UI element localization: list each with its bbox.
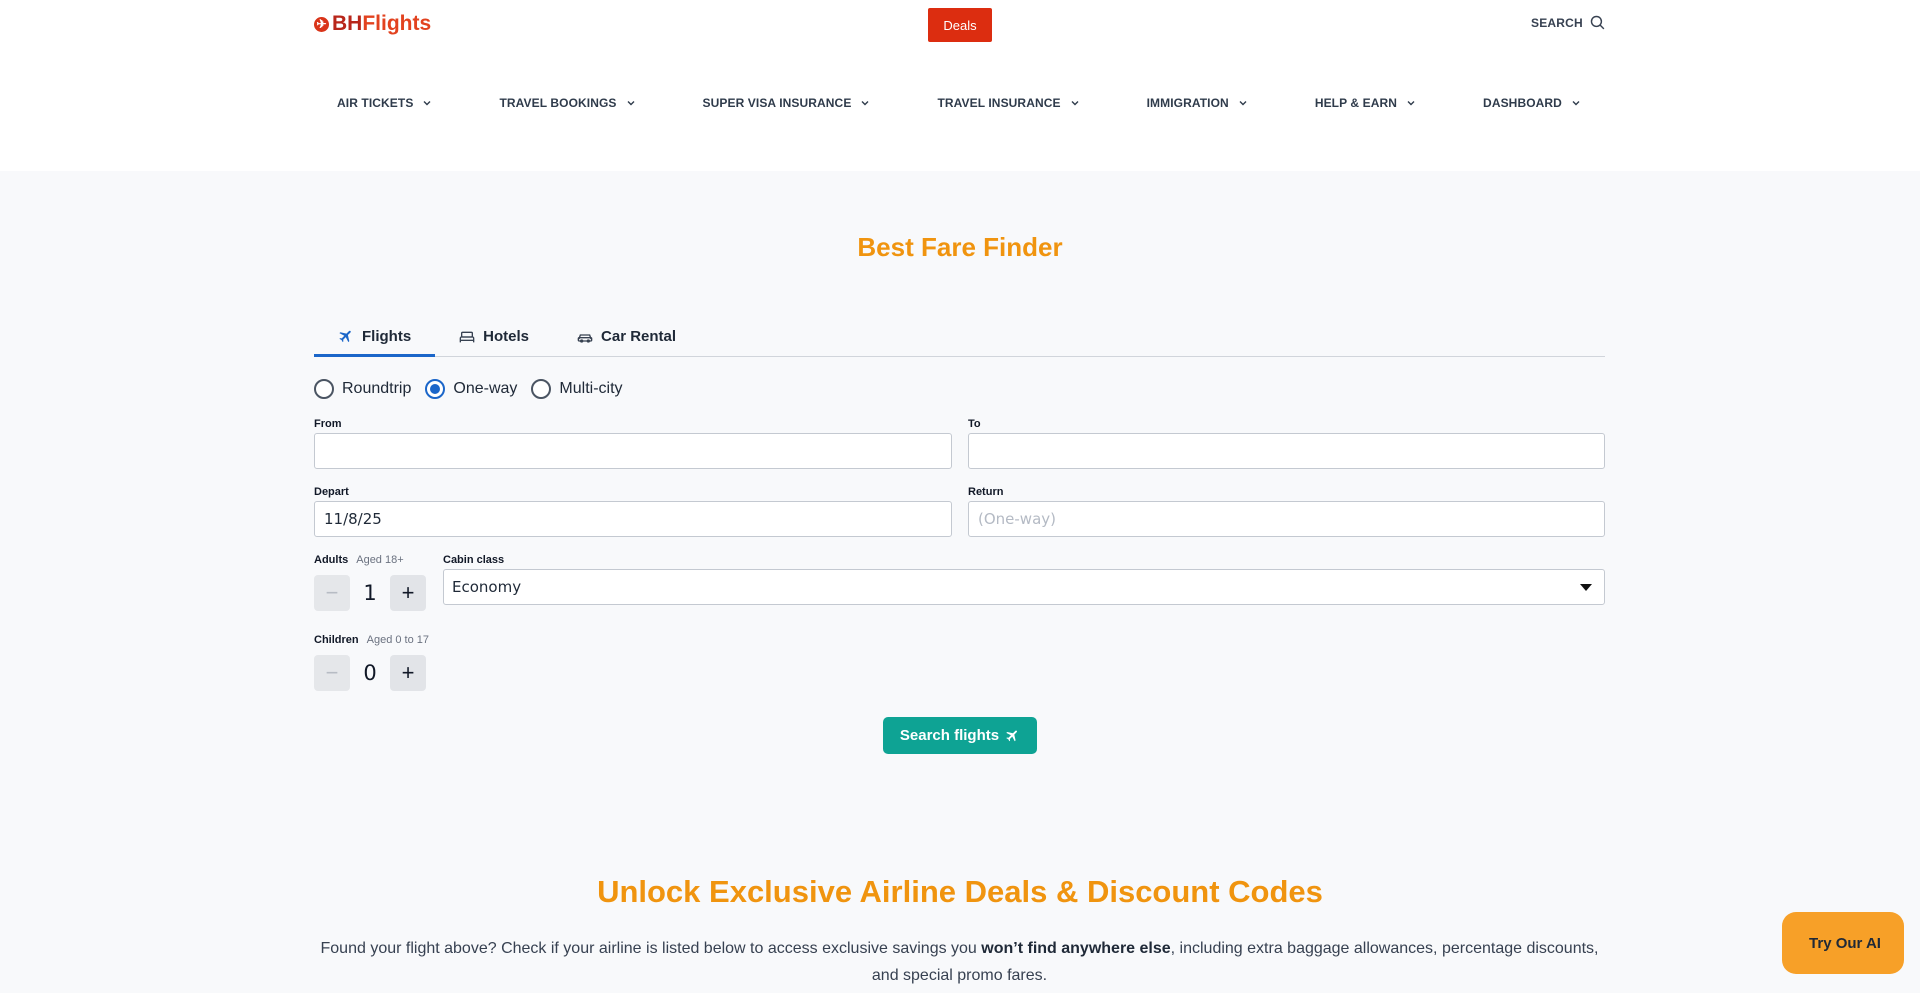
tab-hotels[interactable]: Hotels [435, 316, 553, 357]
fare-finder-title: Best Fare Finder [857, 232, 1063, 262]
bed-icon [459, 331, 475, 342]
chevron-down-icon [627, 101, 635, 106]
return-label: Return [968, 486, 1004, 498]
site-logo[interactable]: ✈ BH Flights [314, 12, 431, 36]
header-search-link[interactable]: SEARCH [1531, 14, 1606, 31]
radio-label: One-way [453, 380, 518, 397]
depart-date-input[interactable]: 11/8/25 [314, 501, 952, 537]
children-increment-button[interactable]: + [390, 655, 426, 691]
airline-deals-description: Found your flight above? Check if your a… [314, 935, 1605, 989]
nav-item-label: AIR TICKETS [337, 96, 414, 110]
children-label: Children Aged 0 to 17 [314, 634, 429, 646]
chevron-down-icon [423, 101, 431, 106]
minus-icon: − [325, 580, 339, 605]
nav-item-super-visa-insurance[interactable]: SUPER VISA INSURANCE [703, 96, 871, 110]
search-type-tabs: Flights Hotels Car Rental [314, 316, 1605, 357]
adults-hint: Aged 18+ [356, 554, 404, 566]
radio-multi-city[interactable]: Multi-city [531, 379, 623, 399]
nav-item-dashboard[interactable]: DASHBOARD [1483, 96, 1581, 110]
nav-item-help-earn[interactable]: HELP & EARN [1315, 96, 1416, 110]
chevron-down-icon [1572, 101, 1580, 106]
nav-item-label: SUPER VISA INSURANCE [702, 96, 852, 110]
caret-down-icon [1580, 583, 1592, 591]
tab-flights[interactable]: Flights [314, 316, 436, 357]
minus-icon: − [325, 660, 339, 685]
logo-text-suffix: Flights [362, 12, 432, 35]
search-flights-button[interactable]: Search flights [883, 717, 1037, 754]
airline-deals-title: Unlock Exclusive Airline Deals & Discoun… [597, 874, 1323, 909]
tab-label: Flights [362, 327, 412, 345]
search-icon [1590, 15, 1605, 30]
deals-text-part: Found your flight above? Check if your a… [320, 940, 982, 957]
radio-roundtrip[interactable]: Roundtrip [314, 379, 411, 399]
site-header: ✈ BH Flights Deals SEARCH AIR TICKETS TRA… [0, 0, 1920, 171]
to-label: To [968, 418, 981, 430]
logo-mark-icon: ✈ [314, 16, 329, 32]
try-our-ai-label: Try Our AI [1809, 934, 1881, 952]
trip-type-radios: Roundtrip One-way Multi-city [314, 379, 623, 399]
children-hint: Aged 0 to 17 [366, 634, 430, 646]
cabin-class-label: Cabin class [443, 554, 505, 566]
nav-item-immigration[interactable]: IMMIGRATION [1147, 96, 1248, 110]
return-date-input[interactable]: (One-way) [968, 501, 1605, 537]
plane-icon [339, 330, 351, 343]
plane-icon [1006, 730, 1018, 742]
search-flights-label: Search flights [899, 727, 1000, 744]
nav-item-travel-bookings[interactable]: TRAVEL BOOKINGS [499, 96, 635, 110]
adults-decrement-button[interactable]: − [314, 575, 350, 611]
cabin-class-value: Economy [452, 578, 522, 596]
depart-label: Depart [314, 486, 349, 498]
try-our-ai-button[interactable]: Try Our AI [1782, 912, 1904, 974]
adults-label: Adults Aged 18+ [314, 554, 404, 566]
radio-button[interactable] [314, 379, 334, 399]
radio-one-way[interactable]: One-way [425, 379, 517, 399]
nav-item-label: TRAVEL INSURANCE [937, 96, 1061, 110]
chevron-down-icon [1239, 101, 1247, 106]
radio-label: Multi-city [559, 380, 623, 397]
nav-item-label: DASHBOARD [1483, 96, 1562, 110]
plus-icon: + [401, 580, 415, 605]
chevron-down-icon [1407, 101, 1415, 106]
nav-item-label: IMMIGRATION [1146, 96, 1229, 110]
adults-count: 1 [363, 581, 377, 605]
chevron-down-icon [1071, 101, 1079, 106]
car-icon [577, 333, 593, 343]
nav-item-label: TRAVEL BOOKINGS [499, 96, 617, 110]
nav-item-travel-insurance[interactable]: TRAVEL INSURANCE [937, 96, 1079, 110]
children-label-text: Children [314, 634, 359, 646]
deals-button[interactable]: Deals [928, 8, 992, 42]
nav-item-label: HELP & EARN [1314, 96, 1398, 110]
main-navigation: AIR TICKETS TRAVEL BOOKINGS SUPER VISA I… [314, 96, 1604, 110]
deals-text-emphasis: won’t find anywhere else [981, 940, 1171, 957]
nav-item-air-tickets[interactable]: AIR TICKETS [337, 96, 432, 110]
adults-increment-button[interactable]: + [390, 575, 426, 611]
tab-car-rental[interactable]: Car Rental [553, 316, 700, 357]
radio-label: Roundtrip [342, 380, 412, 397]
adults-label-text: Adults [314, 554, 349, 566]
cabin-class-select[interactable]: Economy [443, 569, 1605, 605]
from-label: From [314, 418, 342, 430]
header-search-label: SEARCH [1531, 15, 1583, 30]
logo-text-prefix: BH [332, 12, 363, 35]
radio-button[interactable] [531, 379, 552, 399]
children-count: 0 [363, 661, 377, 685]
radio-button[interactable] [425, 379, 446, 399]
to-input[interactable] [968, 433, 1605, 469]
from-input[interactable] [314, 433, 952, 469]
tab-label: Car Rental [601, 328, 677, 345]
children-decrement-button[interactable]: − [314, 655, 350, 691]
chevron-down-icon [861, 101, 869, 106]
tab-label: Hotels [483, 328, 530, 345]
plus-icon: + [401, 660, 415, 685]
